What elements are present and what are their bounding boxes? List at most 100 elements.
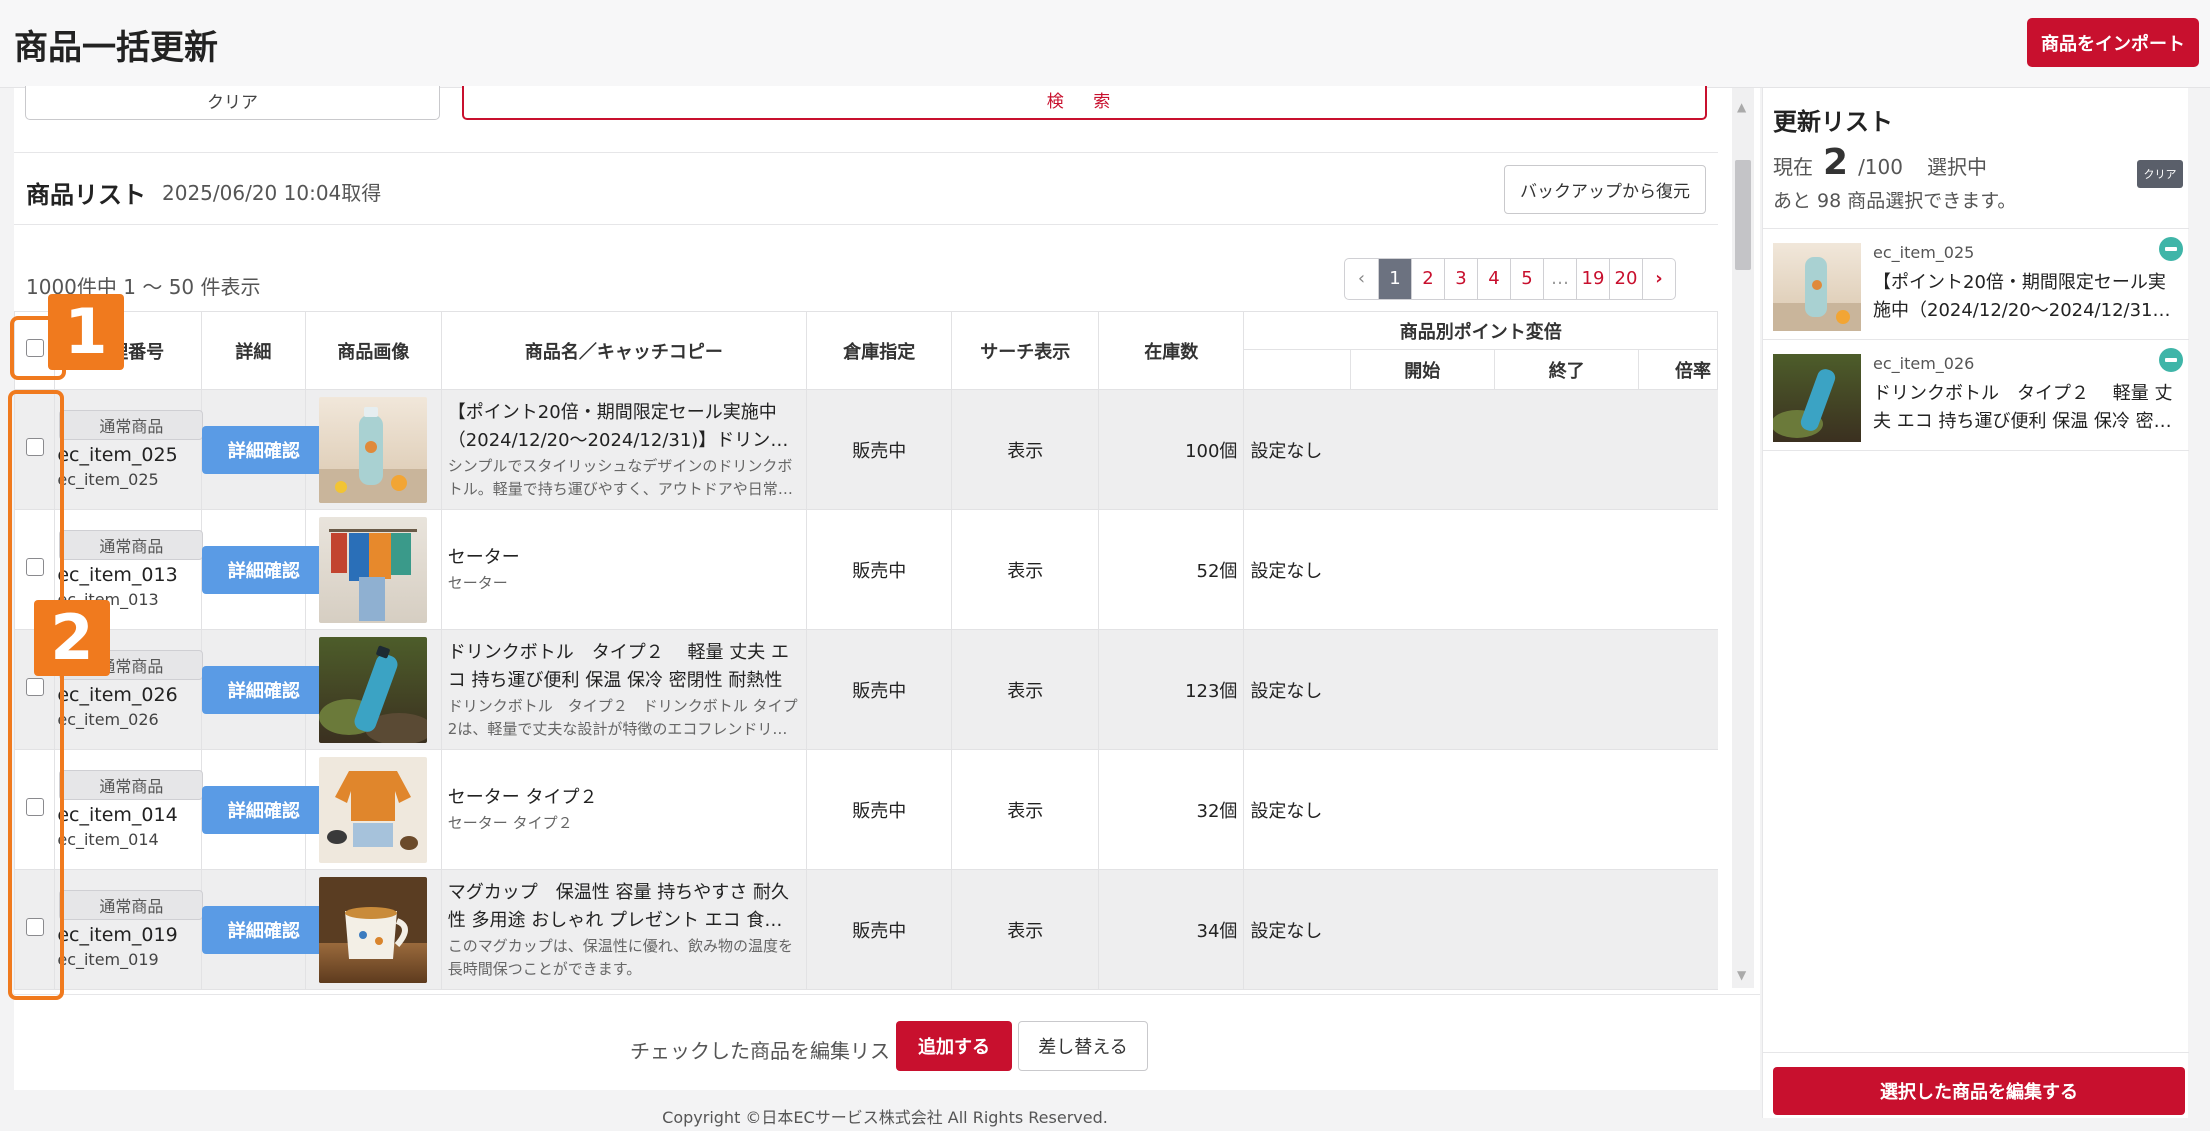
edit-selected-button[interactable]: 選択した商品を編集する	[1773, 1067, 2185, 1115]
page-1[interactable]: 1	[1378, 259, 1411, 299]
product-name: セーター	[447, 547, 520, 568]
header-detail: 詳細	[200, 311, 306, 390]
detail-button[interactable]: 詳細確認	[201, 425, 326, 474]
table-row: 通常商品 ec_item_013 ec_item_013 詳細確認 セーター セ…	[13, 509, 1718, 630]
product-catchcopy: シンプルでスタイリッシュなデザインのドリンクボトル。軽量で持ち運びやすく、アウト…	[447, 456, 793, 498]
page-3[interactable]: 3	[1444, 259, 1477, 299]
bulk-action-bar: チェックした商品を編集リストに 追加する 差し替える	[14, 994, 1760, 1090]
main-panel: クリア 検 索 商品リスト 2025/06/20 10:04取得 バックアップか…	[13, 86, 1760, 1088]
management-code: ec_item_026	[57, 684, 178, 706]
management-code: ec_item_014	[57, 804, 178, 826]
current-count: 2	[1823, 142, 1849, 183]
search-display: 表示	[951, 869, 1099, 990]
page-20[interactable]: 20	[1609, 259, 1642, 299]
page-5[interactable]: 5	[1510, 259, 1543, 299]
search-display: 表示	[951, 749, 1099, 870]
scroll-up-icon[interactable]: ▲	[1737, 100, 1746, 114]
points-setting: 設定なし	[1250, 920, 1323, 942]
update-list-footer: 選択した商品を編集する	[1763, 1052, 2189, 1118]
item-title: ドリンクボトル タイプ２ 軽量 丈夫 エコ 持ち運び便利 保温 保冷 密閉性 耐…	[1873, 383, 2173, 432]
header-rate: 倍率	[1638, 349, 1718, 390]
detail-button[interactable]: 詳細確認	[201, 545, 326, 594]
management-code: ec_item_019	[57, 924, 178, 946]
minus-circle-icon[interactable]	[2159, 348, 2183, 372]
prev-page-button[interactable]: ‹	[1345, 259, 1378, 299]
page-2[interactable]: 2	[1411, 259, 1444, 299]
next-page-button[interactable]: ›	[1642, 259, 1675, 299]
management-subcode: ec_item_026	[57, 710, 159, 729]
points-setting: 設定なし	[1250, 800, 1323, 822]
product-image-sweaters	[319, 516, 428, 623]
page-4[interactable]: 4	[1477, 259, 1510, 299]
product-image-mug	[319, 876, 428, 983]
warehouse-status: 販売中	[806, 869, 952, 990]
import-products-button[interactable]: 商品をインポート	[2027, 18, 2199, 67]
points-setting: 設定なし	[1250, 680, 1323, 702]
product-name: ドリンクボトル タイプ２ 軽量 丈夫 エコ 持ち運び便利 保温 保冷 密閉性 耐…	[447, 641, 789, 691]
list-item: ec_item_025 【ポイント20倍・期間限定セール実施中（2024/12/…	[1763, 229, 2189, 340]
header-points-blank	[1243, 349, 1351, 390]
stock-count: 32個	[1097, 749, 1244, 870]
header-stock: 在庫数	[1097, 311, 1245, 390]
product-list-header: 商品リスト 2025/06/20 10:04取得 バックアップから復元	[14, 153, 1718, 225]
update-list-title: 更新リスト	[1773, 108, 1893, 136]
product-type-badge: 通常商品	[59, 890, 204, 920]
scroll-down-icon[interactable]: ▼	[1737, 968, 1746, 982]
table-row: 通常商品 ec_item_026 ec_item_026 詳細確認 ドリンクボト…	[13, 629, 1718, 750]
item-thumbnail	[1773, 354, 1861, 442]
header-image: 商品画像	[304, 311, 442, 390]
replace-list-button[interactable]: 差し替える	[1018, 1021, 1148, 1071]
product-catchcopy: このマグカップは、保温性に優れ、飲み物の温度を長時間保つことができます。	[447, 936, 793, 978]
fetched-timestamp: 2025/06/20 10:04取得	[162, 181, 382, 205]
search-display: 表示	[951, 509, 1099, 630]
points-setting: 設定なし	[1250, 440, 1323, 462]
management-code: ec_item_013	[57, 564, 178, 586]
item-code: ec_item_026	[1873, 354, 1975, 373]
product-catchcopy: セーター	[447, 574, 508, 592]
page-ellipsis: …	[1543, 259, 1576, 299]
max-count: /100	[1858, 155, 1903, 179]
callout-badge-2: 2	[34, 600, 110, 676]
header-start: 開始	[1349, 349, 1496, 390]
stock-count: 123個	[1097, 629, 1244, 750]
header-search-display: サーチ表示	[951, 311, 1099, 390]
product-table: 管理番号 詳細 商品画像 商品名／キャッチコピー 倉庫指定 サーチ表示 在庫数 …	[13, 311, 1718, 990]
points-setting: 設定なし	[1250, 560, 1323, 582]
product-image-blue-bottle	[319, 636, 428, 743]
selected-label: 選択中	[1926, 155, 1987, 179]
table-scrollbar[interactable]: ▲ ▼	[1732, 88, 1754, 988]
product-name: 【ポイント20倍・期間限定セール実施中（2024/12/20〜2024/12/3…	[447, 401, 789, 451]
page-19[interactable]: 19	[1576, 259, 1609, 299]
header-name: 商品名／キャッチコピー	[440, 311, 808, 390]
add-to-list-button[interactable]: 追加する	[896, 1021, 1012, 1071]
product-list-card: 商品リスト 2025/06/20 10:04取得 バックアップから復元 1000…	[13, 152, 1718, 994]
product-catchcopy: ドリンクボトル タイプ２ ドリンクボトル タイプ2は、軽量で丈夫な設計が特徴のエ…	[447, 696, 798, 738]
product-image-bottle	[319, 396, 428, 503]
bulk-action-label: チェックした商品を編集リストに	[630, 1039, 930, 1063]
copyright: Copyright ©日本ECサービス株式会社 All Rights Reser…	[662, 1108, 1108, 1127]
restore-from-backup-button[interactable]: バックアップから復元	[1504, 165, 1706, 214]
product-image-sweater-outfit	[319, 756, 428, 863]
product-type-badge: 通常商品	[59, 530, 204, 560]
management-subcode: ec_item_025	[57, 470, 159, 489]
page-title: 商品一括更新	[14, 28, 218, 68]
minus-circle-icon[interactable]	[2159, 237, 2183, 261]
callout-row-checkboxes-outline	[8, 390, 64, 1000]
search-display: 表示	[951, 629, 1099, 750]
detail-button[interactable]: 詳細確認	[201, 665, 326, 714]
product-type-badge: 通常商品	[59, 410, 204, 440]
item-thumbnail	[1773, 243, 1861, 331]
scrollbar-thumb[interactable]	[1735, 160, 1751, 270]
stock-count: 100個	[1097, 389, 1244, 510]
search-button[interactable]: 検 索	[462, 86, 1707, 120]
clear-update-list-button[interactable]: クリア	[2137, 160, 2183, 188]
warehouse-status: 販売中	[806, 389, 952, 510]
product-list-title: 商品リスト	[26, 181, 146, 209]
clear-search-button[interactable]: クリア	[25, 86, 440, 120]
product-type-badge: 通常商品	[59, 770, 204, 800]
table-row: 通常商品 ec_item_025 ec_item_025 詳細確認 【ポイント2…	[13, 389, 1718, 510]
detail-button[interactable]: 詳細確認	[201, 785, 326, 834]
stock-count: 34個	[1097, 869, 1244, 990]
detail-button[interactable]: 詳細確認	[201, 905, 326, 954]
search-display: 表示	[951, 389, 1099, 510]
